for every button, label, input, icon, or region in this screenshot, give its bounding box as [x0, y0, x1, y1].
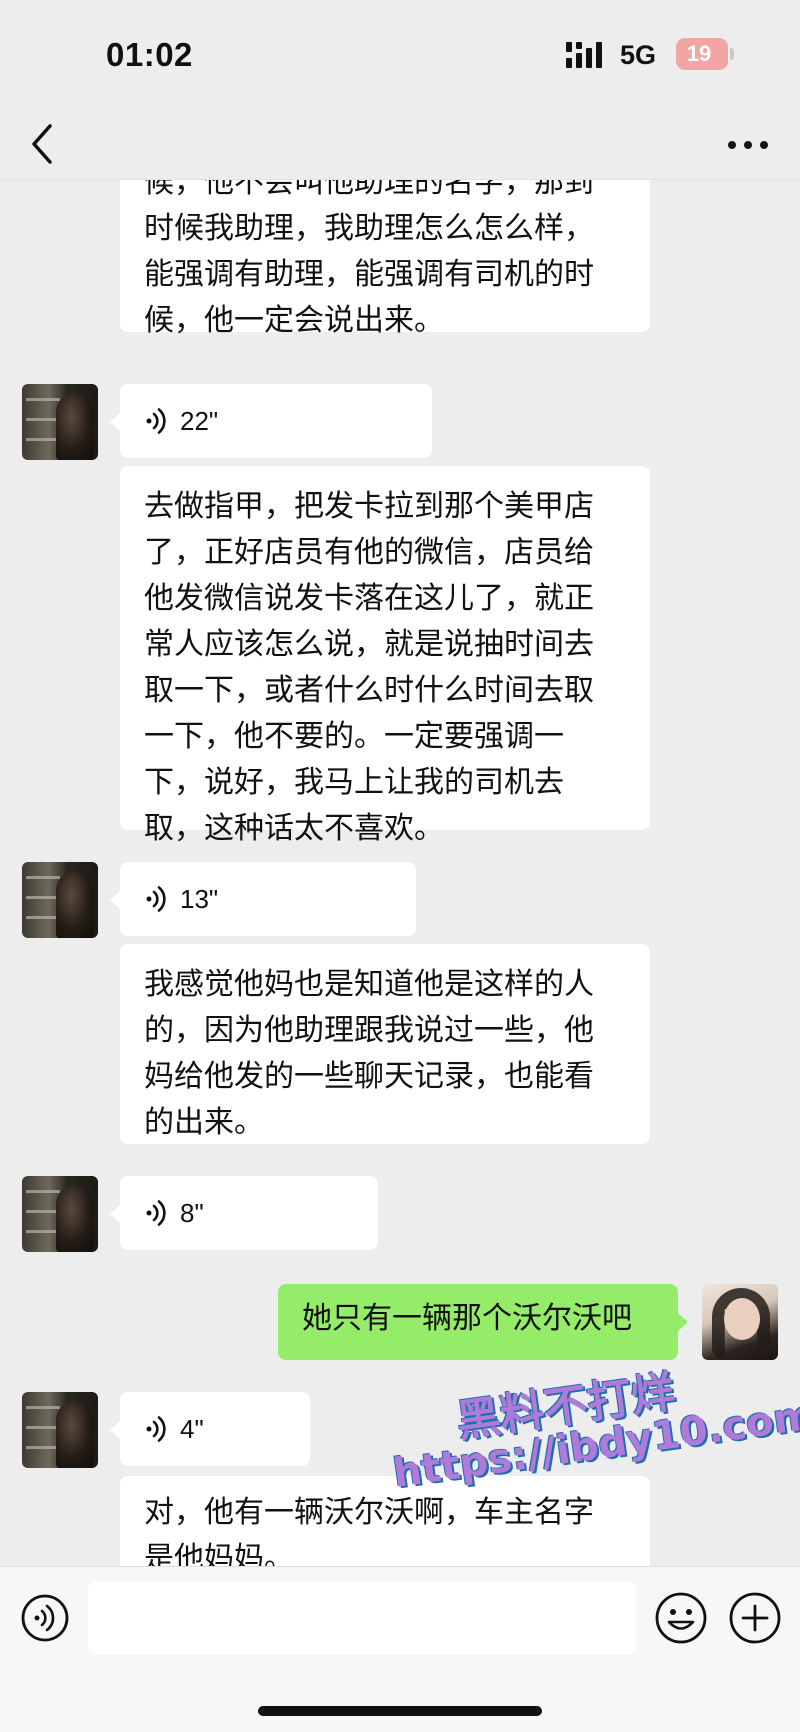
voice-message[interactable]: 4" [120, 1392, 310, 1466]
emoji-icon[interactable] [654, 1591, 708, 1645]
message-line: 了，正好店员有他的微信，店员给 [144, 535, 594, 570]
bubble-tail [110, 1421, 120, 1439]
chat-header [0, 110, 800, 180]
message-line: 他发微信说发卡落在这儿了，就正 [144, 581, 594, 616]
battery-icon: 19 [676, 38, 728, 70]
plus-icon[interactable] [728, 1591, 782, 1645]
message-line: 取一下，或者什么时什么时间去取 [144, 673, 594, 708]
contact-avatar[interactable] [22, 1392, 98, 1468]
bubble-tail [110, 413, 120, 431]
voice-duration: 4" [180, 1414, 204, 1444]
chat-messages: 候，他不会叫他助理的名字，那到 时候我助理，我助理怎么怎么样， 能强调有助理，能… [0, 180, 800, 1566]
my-avatar[interactable] [702, 1284, 778, 1360]
message-line: 她只有一辆那个沃尔沃吧 [302, 1301, 632, 1336]
voice-duration: 13" [180, 884, 219, 914]
message-line: 去做指甲，把发卡拉到那个美甲店 [144, 489, 594, 524]
message-bubble[interactable]: 候，他不会叫他助理的名字，那到 时候我助理，我助理怎么怎么样， 能强调有助理，能… [120, 180, 650, 338]
contact-avatar[interactable] [22, 862, 98, 938]
network-type: 5G [620, 40, 657, 70]
voice-wave-icon [146, 408, 166, 434]
message-bubble[interactable]: 对，他有一辆沃尔沃啊，车主名字 是他妈妈。 [120, 1476, 650, 1566]
battery-cap [730, 48, 734, 60]
voice-message[interactable]: 22" [120, 384, 432, 458]
voice-wave-icon [146, 886, 166, 912]
message-line: 下，说好，我马上让我的司机去 [144, 765, 564, 800]
bubble-tail [110, 1205, 120, 1223]
bubble-tail [678, 1313, 688, 1331]
my-message-bubble[interactable]: 她只有一辆那个沃尔沃吧 [278, 1284, 678, 1360]
message-bubble[interactable]: 去做指甲，把发卡拉到那个美甲店 了，正好店员有他的微信，店员给 他发微信说发卡落… [120, 466, 650, 846]
contact-avatar[interactable] [22, 384, 98, 460]
message-line: 时候我助理，我助理怎么怎么样， [144, 211, 594, 246]
message-line: 候，他不会叫他助理的名字，那到 [144, 180, 594, 200]
message-line: 候，他一定会说出来。 [144, 303, 444, 338]
home-indicator[interactable] [258, 1706, 542, 1716]
message-line: 我感觉他妈也是知道他是这样的人 [144, 967, 594, 1002]
message-line: 妈给他发的一些聊天记录，也能看 [144, 1059, 594, 1094]
message-line: 的出来。 [144, 1105, 264, 1140]
message-line: 取，这种话太不喜欢。 [144, 811, 444, 846]
voice-wave-icon [146, 1200, 166, 1226]
more-dots-icon[interactable] [726, 134, 770, 156]
signal-strength-icon [566, 42, 602, 68]
voice-message[interactable]: 13" [120, 862, 416, 936]
message-line: 是他妈妈。 [144, 1541, 294, 1566]
message-line: 一下，他不要的。一定要强调一 [144, 719, 564, 754]
status-time: 01:02 [106, 36, 193, 73]
status-bar: 01:02 5G 19 [0, 0, 800, 110]
voice-mode-icon[interactable] [20, 1593, 70, 1643]
voice-message[interactable]: 8" [120, 1176, 378, 1250]
message-input[interactable] [88, 1581, 636, 1655]
message-line: 对，他有一辆沃尔沃啊，车主名字 [144, 1495, 594, 1530]
contact-avatar[interactable] [22, 1176, 98, 1252]
message-bubble[interactable]: 我感觉他妈也是知道他是这样的人 的，因为他助理跟我说过一些，他 妈给他发的一些聊… [120, 944, 650, 1144]
message-line: 常人应该怎么说，就是说抽时间去 [144, 627, 594, 662]
voice-wave-icon [146, 1416, 166, 1442]
voice-duration: 8" [180, 1198, 204, 1228]
voice-duration: 22" [180, 406, 219, 436]
bubble-tail [110, 891, 120, 909]
message-line: 能强调有助理，能强调有司机的时 [144, 257, 594, 292]
battery-level: 19 [686, 41, 712, 66]
chevron-left-icon[interactable] [22, 118, 62, 170]
message-line: 的，因为他助理跟我说过一些，他 [144, 1013, 594, 1048]
